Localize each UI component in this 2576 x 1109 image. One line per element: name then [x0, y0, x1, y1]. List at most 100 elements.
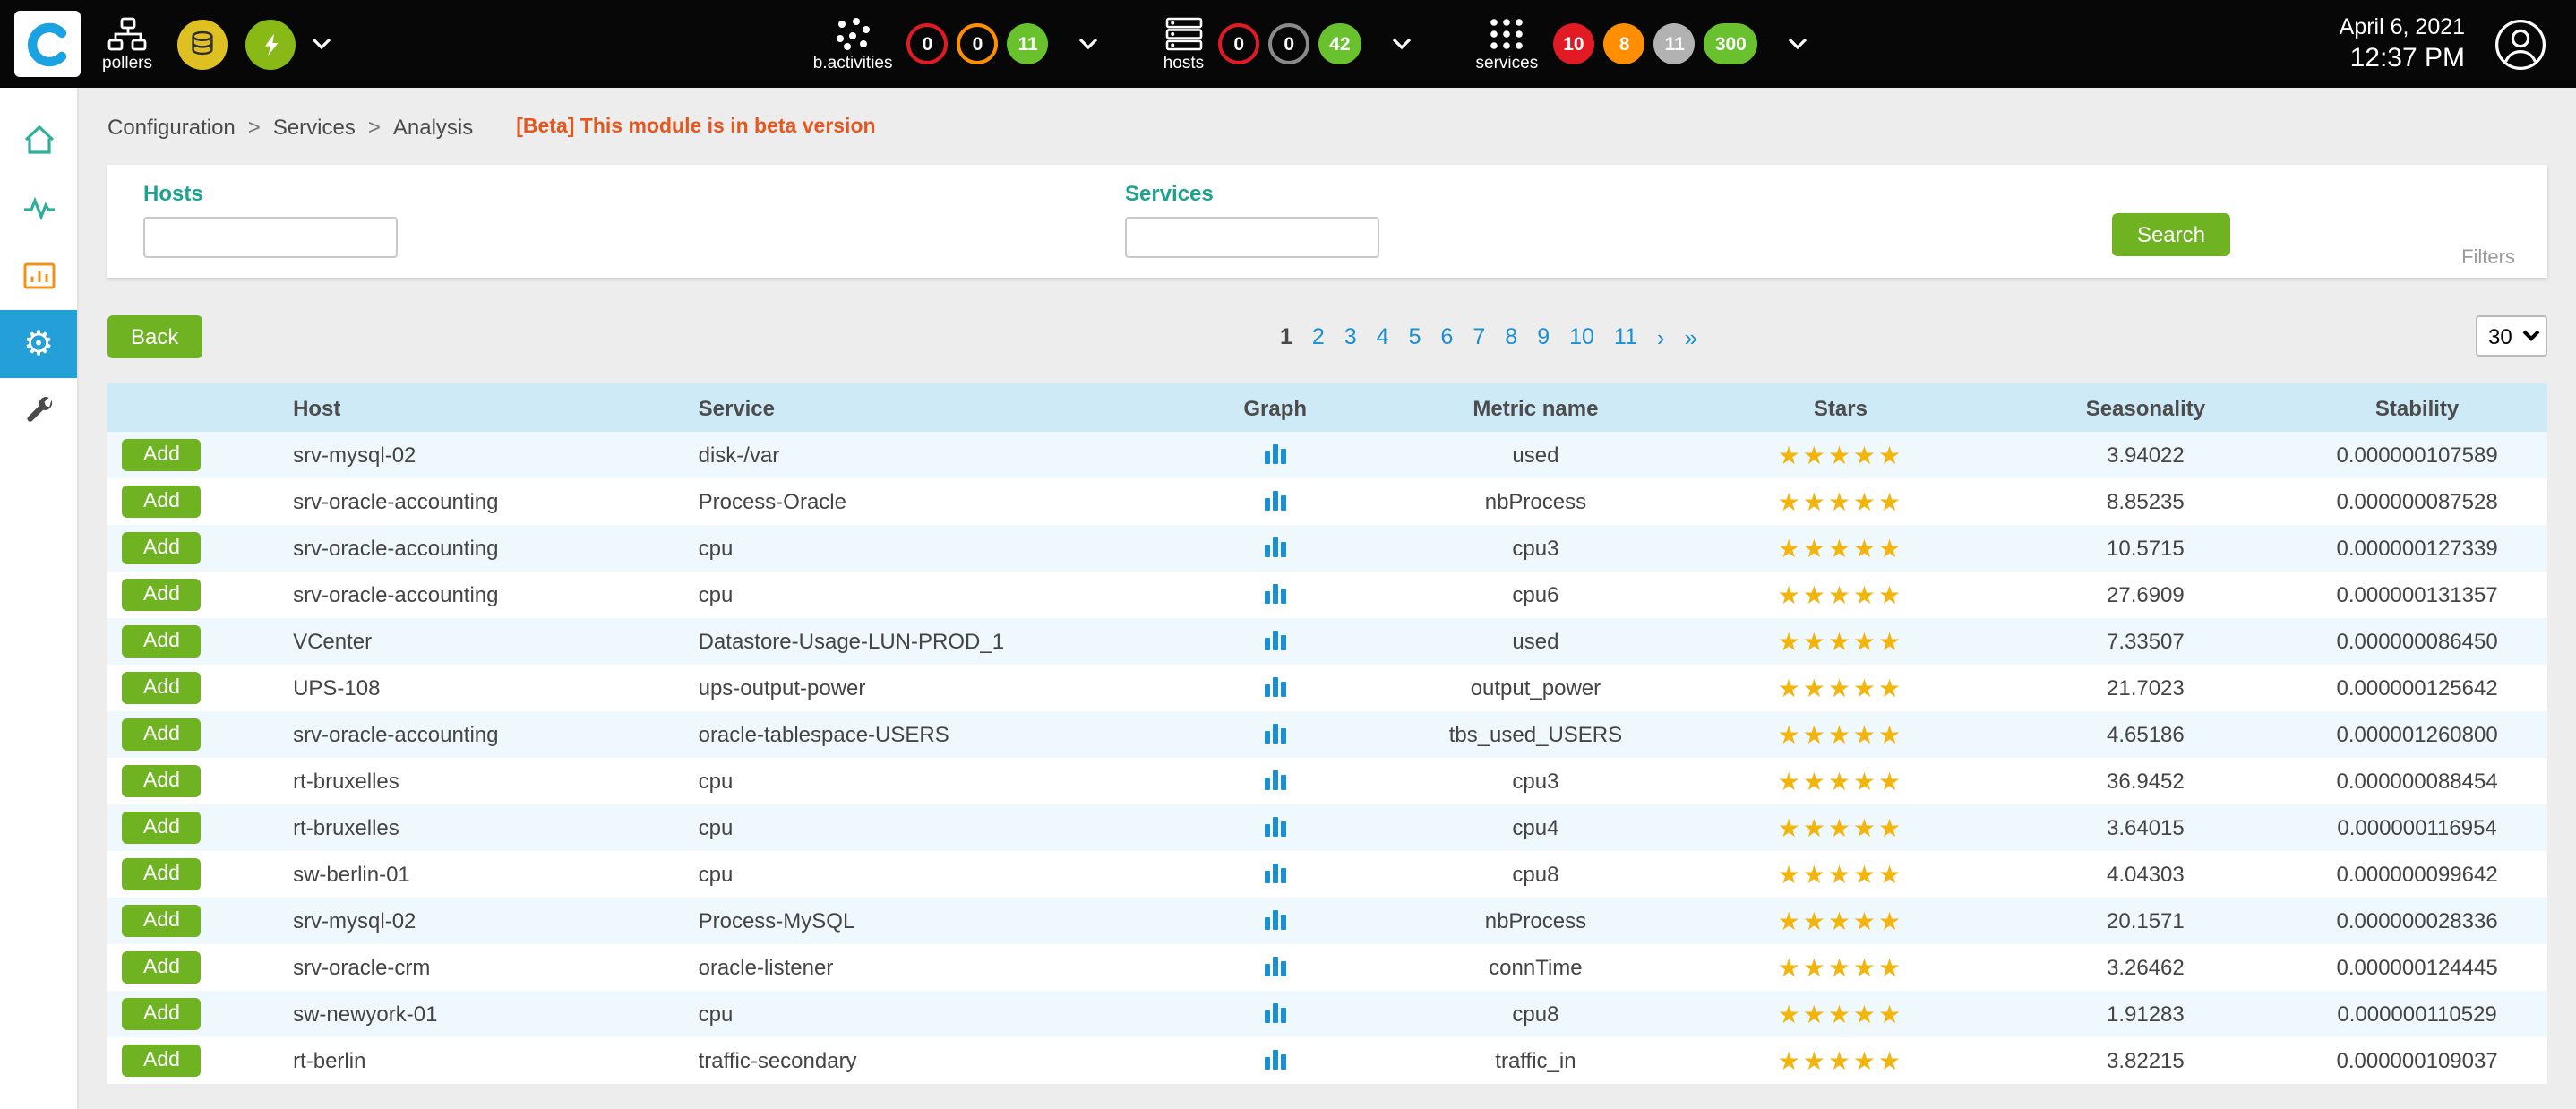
add-button[interactable]: Add: [122, 951, 202, 984]
graph-icon[interactable]: [1263, 674, 1288, 697]
breadcrumb-analysis[interactable]: Analysis: [393, 115, 473, 140]
graph-icon[interactable]: [1263, 1000, 1288, 1023]
seasonality-cell: 3.64015: [2005, 804, 2288, 851]
host-cell: rt-berlin: [279, 1037, 684, 1084]
graph-icon[interactable]: [1263, 907, 1288, 930]
services-filter-input[interactable]: [1125, 217, 1379, 258]
table-row: Add sw-berlin-01 cpu cpu8 ★★★★★ 4.04303 …: [107, 851, 2547, 898]
stars-rating: ★★★★★: [1778, 1045, 1904, 1074]
table-row: Add srv-oracle-accounting Process-Oracle…: [107, 478, 2547, 525]
add-button[interactable]: Add: [122, 998, 202, 1030]
page-size-select[interactable]: 30: [2476, 315, 2547, 357]
hosts-filter-input[interactable]: [143, 217, 398, 258]
page-link[interactable]: 8: [1501, 324, 1521, 349]
sidebar-item-administration[interactable]: [0, 378, 77, 446]
status-badge[interactable]: 8: [1604, 23, 1645, 64]
centreon-logo[interactable]: [14, 11, 81, 77]
user-menu[interactable]: [2494, 17, 2547, 71]
breadcrumb-configuration[interactable]: Configuration: [107, 115, 236, 140]
page-link[interactable]: 7: [1469, 324, 1489, 349]
graph-icon[interactable]: [1263, 627, 1288, 650]
status-badge[interactable]: 0: [907, 23, 949, 64]
pollers-icon: [107, 16, 147, 52]
table-header-row: Host Service Graph Metric name Stars Sea…: [107, 383, 2547, 432]
add-button[interactable]: Add: [122, 905, 202, 937]
seasonality-cell: 10.5715: [2005, 525, 2288, 572]
seasonality-cell: 4.65186: [2005, 711, 2288, 758]
breadcrumb-services[interactable]: Services: [273, 115, 356, 140]
graph-icon[interactable]: [1263, 767, 1288, 790]
graph-icon[interactable]: [1263, 860, 1288, 883]
status-badge[interactable]: 0: [1268, 23, 1309, 64]
services-chevron-down-icon[interactable]: [1788, 38, 1807, 50]
page-link[interactable]: 3: [1341, 324, 1361, 349]
hosts-menu[interactable]: hosts 0042: [1163, 16, 1412, 73]
add-button[interactable]: Add: [122, 812, 202, 844]
business-activities-menu[interactable]: b.activities 0011: [813, 16, 1099, 73]
pagination: 123456789 10 11 › »: [1276, 323, 1701, 350]
add-button[interactable]: Add: [122, 486, 202, 518]
back-button[interactable]: Back: [107, 315, 202, 358]
poller-latency-status-icon[interactable]: [245, 19, 296, 69]
add-button[interactable]: Add: [122, 718, 202, 751]
status-badge[interactable]: 11: [1654, 23, 1696, 64]
host-cell: UPS-108: [279, 665, 684, 711]
graph-icon[interactable]: [1263, 1046, 1288, 1070]
page-link-current[interactable]: 1: [1276, 324, 1296, 349]
stars-rating: ★★★★★: [1778, 486, 1904, 515]
stability-cell: 0.000000028336: [2287, 898, 2547, 944]
page-link[interactable]: 2: [1309, 324, 1328, 349]
graph-icon[interactable]: [1263, 580, 1288, 604]
page-link[interactable]: 6: [1437, 324, 1456, 349]
services-menu[interactable]: services 10811300: [1476, 16, 1807, 73]
page-link[interactable]: 10: [1566, 324, 1598, 349]
service-cell: oracle-tablespace-USERS: [684, 711, 1156, 758]
graph-icon[interactable]: [1263, 813, 1288, 837]
service-cell: cpu: [684, 758, 1156, 804]
add-button[interactable]: Add: [122, 858, 202, 890]
add-button[interactable]: Add: [122, 625, 202, 658]
host-cell: sw-berlin-01: [279, 851, 684, 898]
page-link[interactable]: 11: [1610, 324, 1641, 349]
sidebar-item-monitoring[interactable]: [0, 174, 77, 242]
host-cell: rt-bruxelles: [279, 804, 684, 851]
page-link[interactable]: 9: [1533, 324, 1553, 349]
host-cell: srv-oracle-accounting: [279, 711, 684, 758]
graph-icon[interactable]: [1263, 441, 1288, 464]
pollers-menu[interactable]: pollers: [102, 16, 152, 73]
next-page-icon[interactable]: ›: [1653, 323, 1669, 350]
sidebar-item-configuration[interactable]: ⚙: [0, 310, 77, 378]
analysis-table: Host Service Graph Metric name Stars Sea…: [107, 383, 2547, 1084]
pollers-chevron-down-icon[interactable]: [312, 38, 331, 50]
last-page-icon[interactable]: »: [1681, 323, 1701, 350]
add-button[interactable]: Add: [122, 439, 202, 471]
status-badge[interactable]: 0: [1218, 23, 1259, 64]
graph-icon[interactable]: [1263, 487, 1288, 511]
stability-cell: 0.000000107589: [2287, 432, 2547, 478]
status-badge[interactable]: 0: [957, 23, 999, 64]
page-link[interactable]: 5: [1405, 324, 1425, 349]
graph-icon[interactable]: [1263, 953, 1288, 976]
add-button[interactable]: Add: [122, 579, 202, 611]
stability-cell: 0.000000086450: [2287, 618, 2547, 665]
add-button[interactable]: Add: [122, 532, 202, 564]
status-badge[interactable]: 300: [1704, 23, 1757, 64]
status-badge[interactable]: 11: [1008, 23, 1049, 64]
add-button[interactable]: Add: [122, 765, 202, 797]
graph-icon[interactable]: [1263, 720, 1288, 744]
business-activities-chevron-down-icon[interactable]: [1079, 38, 1099, 50]
add-button[interactable]: Add: [122, 672, 202, 704]
status-badge[interactable]: 42: [1318, 23, 1361, 64]
search-button[interactable]: Search: [2112, 213, 2230, 256]
sidebar-item-reporting[interactable]: [0, 242, 77, 310]
filters-toggle[interactable]: Filters: [2461, 247, 2515, 269]
wrench-icon: [21, 394, 56, 430]
add-button[interactable]: Add: [122, 1045, 202, 1077]
poller-database-status-icon[interactable]: [177, 19, 228, 69]
status-badge[interactable]: 10: [1552, 23, 1594, 64]
column-header-stars: Stars: [1677, 383, 2004, 432]
page-link[interactable]: 4: [1373, 324, 1393, 349]
sidebar-item-home[interactable]: [0, 106, 77, 174]
hosts-chevron-down-icon[interactable]: [1392, 38, 1412, 50]
graph-icon[interactable]: [1263, 534, 1288, 557]
